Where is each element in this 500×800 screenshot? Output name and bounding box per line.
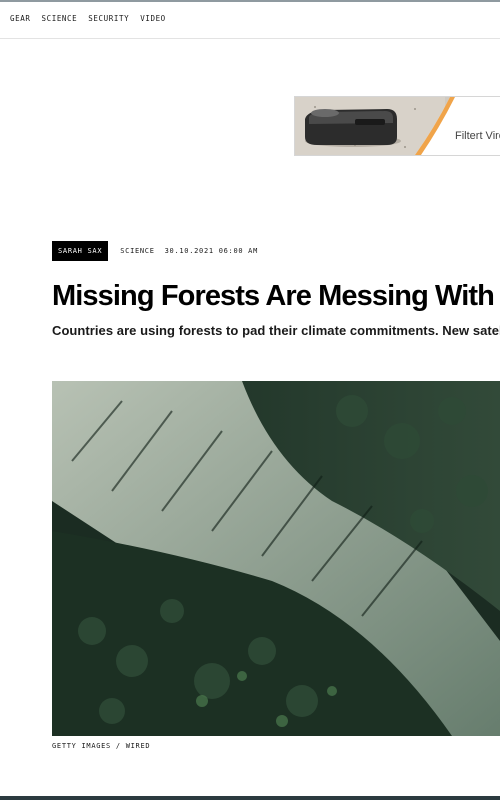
author-link[interactable]: SARAH SAX xyxy=(52,241,109,261)
window-bottom-border xyxy=(0,796,500,800)
publish-date: 30.10.2021 06:00 AM xyxy=(164,247,259,255)
article-headline: Missing Forests Are Messing With xyxy=(52,280,495,312)
article-byline: SARAH SAX SCIENCE 30.10.2021 06:00 AM xyxy=(52,241,258,261)
image-credit: GETTY IMAGES / WIRED xyxy=(52,742,151,750)
ad-text: Filtert Vire xyxy=(455,130,500,142)
hero-image xyxy=(52,381,500,736)
section-link[interactable]: SCIENCE xyxy=(120,247,154,255)
article-dek: Countries are using forests to pad their… xyxy=(52,323,500,338)
robot-vacuum-ad-image xyxy=(295,97,500,155)
forest-collage-image xyxy=(52,381,500,736)
top-navigation: GEAR SCIENCE SECURITY VIDEO xyxy=(0,2,500,39)
nav-item-video[interactable]: VIDEO xyxy=(140,14,166,23)
nav-item-security[interactable]: SECURITY xyxy=(88,14,129,23)
nav-items: GEAR SCIENCE SECURITY VIDEO xyxy=(10,14,166,23)
nav-item-science[interactable]: SCIENCE xyxy=(41,14,77,23)
advertisement-banner[interactable]: Filtert Vire xyxy=(294,96,500,156)
nav-item-gear[interactable]: GEAR xyxy=(10,14,30,23)
